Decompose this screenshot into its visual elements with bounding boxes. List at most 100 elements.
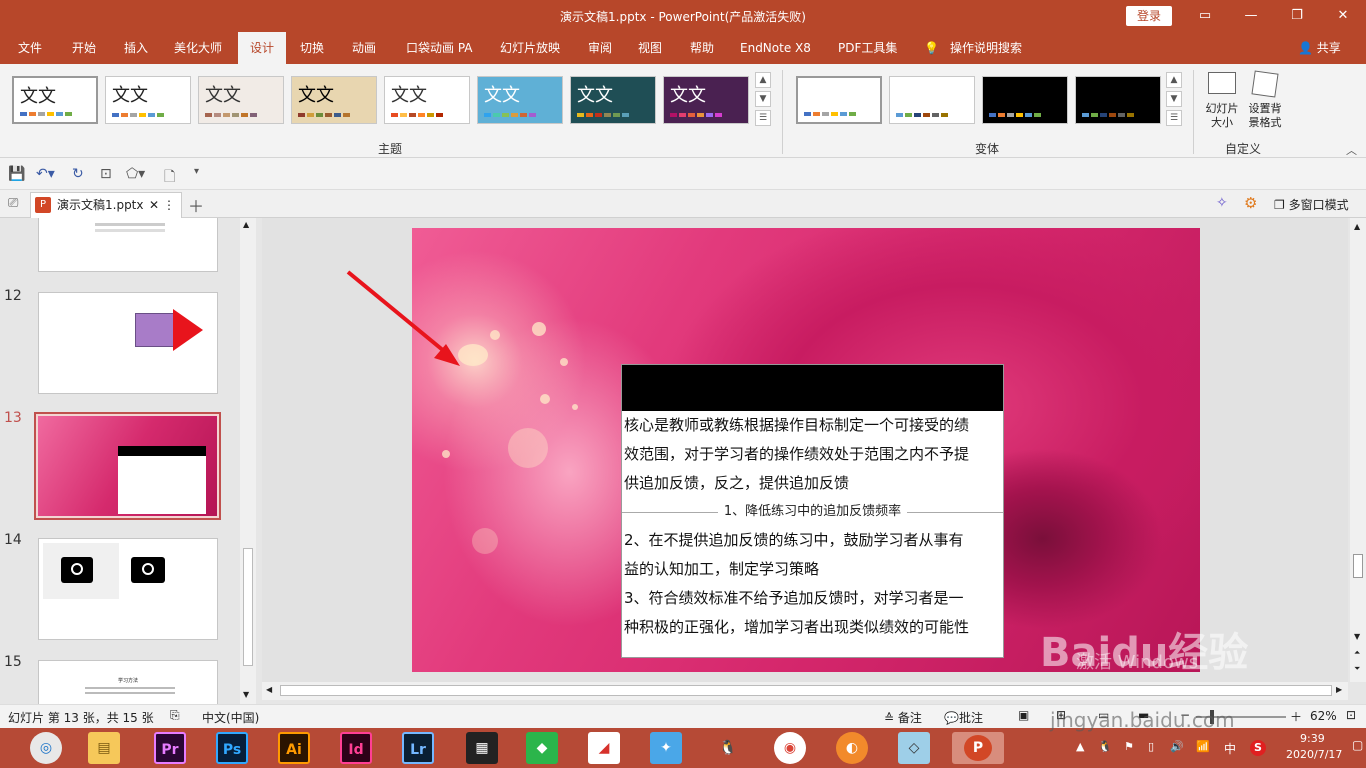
powerpoint-taskbar-icon[interactable]: P [952,732,1004,764]
slide-size-button[interactable]: 幻灯片 大小 [1202,70,1242,138]
undo-icon[interactable]: ↶▾ [36,166,55,182]
scroll-left-icon[interactable]: ◀ [266,685,272,694]
save-icon[interactable]: 💾 [8,166,25,182]
collapse-ribbon-icon[interactable]: ︿ [1346,142,1357,158]
tab-beautify[interactable]: 美化大师 [174,32,222,64]
bird-app-icon[interactable]: ✦ [650,732,682,764]
slide-thumbnail-15[interactable]: 学习方法 [38,660,218,704]
zoom-level[interactable]: 62% [1310,709,1337,723]
tab-animations[interactable]: 动画 [352,32,376,64]
tab-help[interactable]: 帮助 [690,32,714,64]
normal-view-icon[interactable]: ▣ [1018,708,1029,722]
ribbon-display-icon[interactable]: ▭ [1190,4,1220,28]
variant-thumbnail[interactable] [889,76,975,124]
spellcheck-icon[interactable]: ⎘ [170,708,180,723]
browser-icon[interactable]: ◎ [30,732,62,764]
adobe-lr-icon[interactable]: Lr [402,732,434,764]
document-tab[interactable]: P 演示文稿1.pptx ✕ ⋮ [30,192,182,218]
scroll-up-icon[interactable]: ▲ [1354,222,1360,231]
variants-more-icon[interactable]: ☰ [1166,110,1182,126]
tab-transitions[interactable]: 切换 [300,32,324,64]
chrome-icon[interactable]: ◉ [774,732,806,764]
tab-file[interactable]: 文件 [18,32,42,64]
theme-thumbnail[interactable]: 文文 [663,76,749,124]
minimize-icon[interactable]: — [1236,4,1266,28]
tab-endnote[interactable]: EndNote X8 [740,32,811,64]
multi-window-button[interactable]: ❐ 多窗口模式 [1274,196,1349,213]
redo-icon[interactable]: ↻ [72,166,84,182]
battery-icon[interactable]: ▯ [1148,740,1154,753]
ime-indicator[interactable]: 中 [1224,740,1236,757]
tab-list-icon[interactable]: ⎚ [8,196,18,211]
slide-vertical-scrollbar[interactable]: ▲ ▼ ⏶ ⏷ [1350,218,1366,682]
close-icon[interactable]: ✕ [1328,4,1358,28]
tab-design[interactable]: 设计 [238,32,287,64]
slide-horizontal-scrollbar[interactable]: ◀ ▶ [262,682,1348,700]
tab-review[interactable]: 审阅 [588,32,612,64]
tab-pdf-tools[interactable]: PDF工具集 [838,32,897,64]
restore-icon[interactable]: ❐ [1282,4,1312,28]
thumbnail-scrollbar[interactable]: ▲ ▼ [240,218,256,704]
tab-view[interactable]: 视图 [638,32,662,64]
sogou-ime-icon[interactable]: S [1250,740,1266,756]
tab-slideshow[interactable]: 幻灯片放映 [500,32,560,64]
gallery-down-icon[interactable]: ▼ [755,91,771,107]
close-tab-icon[interactable]: ✕ [149,193,159,217]
new-tab-icon[interactable]: ＋ [188,193,204,217]
content-textbox[interactable]: 核心是教师或教练根据操作目标制定一个可接受的绩 效范围，对于学习者的操作绩效处于… [621,364,1004,658]
adobe-ai-icon[interactable]: Ai [278,732,310,764]
gallery-more-icon[interactable]: ☰ [755,110,771,126]
variant-thumbnail[interactable] [796,76,882,124]
gallery-up-icon[interactable]: ▲ [755,72,771,88]
slide-thumbnail-13[interactable] [34,412,221,520]
green-app-icon[interactable]: ◆ [526,732,558,764]
scroll-down-icon[interactable]: ▼ [243,690,249,699]
red-green-app-icon[interactable]: ◢ [588,732,620,764]
clock-time[interactable]: 9:39 [1300,732,1325,745]
thumbnail-scroll-thumb[interactable] [243,548,253,666]
swirl-app-icon[interactable]: ◐ [836,732,868,764]
share-button[interactable]: 👤 共享 [1298,32,1341,64]
adobe-pr-icon[interactable]: Pr [154,732,186,764]
theme-thumbnail[interactable]: 文文 [198,76,284,124]
vertical-scroll-thumb[interactable] [1353,554,1363,578]
tab-menu-icon[interactable]: ⋮ [163,193,175,217]
previous-slide-icon[interactable]: ⏶ [1354,648,1360,658]
scroll-down-icon[interactable]: ▼ [1354,632,1360,641]
video-editor-icon[interactable]: ▦ [466,732,498,764]
slide-thumbnail-14[interactable] [38,538,218,640]
glass-app-icon[interactable]: ◇ [898,732,930,764]
notes-button[interactable]: ≙ 备注 [884,709,922,726]
format-background-button[interactable]: 设置背 景格式 [1244,70,1286,138]
variants-down-icon[interactable]: ▼ [1166,91,1182,107]
theme-thumbnail[interactable]: 文文 [291,76,377,124]
variant-thumbnail[interactable] [982,76,1068,124]
language-indicator[interactable]: 中文(中国) [202,709,259,726]
slide-thumbnail-11[interactable] [38,218,218,272]
tell-me-search[interactable]: 操作说明搜索 [950,32,1022,64]
qq-icon[interactable]: 🐧 [712,732,744,764]
customize-qat-icon[interactable]: ▾ [194,166,199,177]
variants-up-icon[interactable]: ▲ [1166,72,1182,88]
new-file-icon[interactable]: 🗋 [164,166,175,190]
next-slide-icon[interactable]: ⏷ [1354,664,1360,674]
fit-to-window-icon[interactable]: ⊡ [1346,708,1356,722]
flag-tray-icon[interactable]: ⚑ [1124,740,1134,753]
zoom-in-icon[interactable]: ＋ [1290,708,1302,725]
theme-thumbnail[interactable]: 文文 [570,76,656,124]
theme-thumbnail[interactable]: 文文 [384,76,470,124]
scroll-right-icon[interactable]: ▶ [1336,685,1342,694]
theme-thumbnail[interactable]: 文文 [477,76,563,124]
comments-button[interactable]: 💬批注 [944,709,983,726]
shapes-icon[interactable]: ⬠▾ [126,166,145,182]
tab-insert[interactable]: 插入 [124,32,148,64]
clock-date[interactable]: 2020/7/17 [1286,748,1342,761]
wifi-icon[interactable]: 📶 [1196,740,1210,753]
magic-icon[interactable]: ✧ [1216,195,1228,211]
theme-thumbnail[interactable]: 文文 [105,76,191,124]
file-explorer-icon[interactable]: ▤ [88,732,120,764]
slide-thumbnail-12[interactable] [38,292,218,394]
show-hidden-icons[interactable]: ▲ [1076,740,1084,753]
adobe-id-icon[interactable]: Id [340,732,372,764]
notification-icon[interactable]: ▢ [1352,738,1363,752]
